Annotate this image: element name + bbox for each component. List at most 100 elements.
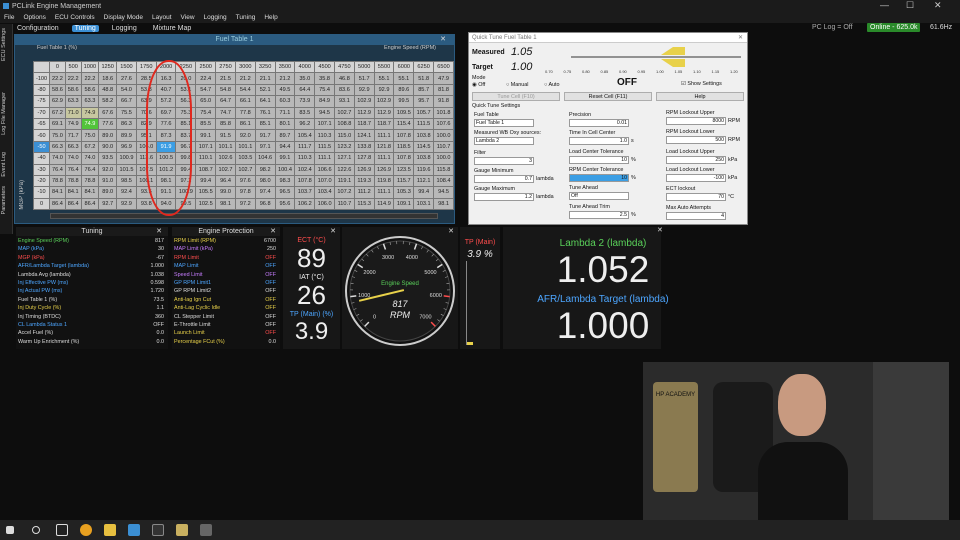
fuel-cell[interactable]: 103.8 <box>413 152 435 165</box>
fuel-cell[interactable]: 102.7 <box>234 163 256 176</box>
fuel-cell[interactable]: 124.1 <box>353 129 375 142</box>
mgp-axis-cell[interactable]: -40 <box>32 152 51 165</box>
fuel-cell[interactable]: 121.8 <box>373 140 395 154</box>
fuel-cell[interactable]: 98.3 <box>274 174 296 188</box>
fuel-cell[interactable]: 21.1 <box>254 72 276 85</box>
menu-options[interactable]: Options <box>23 14 45 21</box>
fuel-cell[interactable]: 110.7 <box>433 140 454 154</box>
fuel-cell[interactable]: 74.9 <box>80 106 100 119</box>
fuel-cell[interactable]: 21.2 <box>274 72 296 85</box>
fuel-cell[interactable]: 78.8 <box>49 174 66 188</box>
fuel-cell[interactable]: 103.1 <box>413 197 435 211</box>
fuel-cell[interactable]: 83.5 <box>294 106 316 119</box>
fuel-cell[interactable]: 92.9 <box>373 83 395 97</box>
fuel-cell[interactable]: 75.0 <box>49 129 66 142</box>
fuel-cell[interactable]: 109.5 <box>393 106 415 119</box>
fuel-cell[interactable]: 67.2 <box>49 106 66 119</box>
fuel-cell[interactable]: 91.7 <box>254 129 276 142</box>
mgp-axis-cell[interactable]: -80 <box>32 83 51 97</box>
rpm-axis-cell[interactable]: 2750 <box>215 60 236 74</box>
close-icon[interactable]: ✕ <box>934 0 942 11</box>
fuel-cell[interactable]: 22.4 <box>195 72 217 85</box>
fuel-cell[interactable]: 54.8 <box>215 83 236 97</box>
fuel-cell[interactable]: 102.4 <box>294 163 316 176</box>
fuel-cell[interactable]: 74.0 <box>80 152 100 165</box>
fuel-cell[interactable]: 78.8 <box>80 174 100 188</box>
gauge-max-input[interactable]: 1.2 <box>474 193 534 201</box>
fuel-cell[interactable]: 73.9 <box>294 95 316 108</box>
fuel-cell[interactable]: 111.7 <box>294 140 316 154</box>
fuel-cell[interactable]: 65.0 <box>195 95 217 108</box>
rpm-axis-cell[interactable]: 1500 <box>116 60 137 74</box>
mode-off-radio[interactable]: ◉ Off <box>472 82 485 88</box>
fuel-cell[interactable]: 93.5 <box>98 152 118 165</box>
fuel-cell[interactable]: 118.5 <box>393 140 415 154</box>
fuel-cell[interactable]: 67.6 <box>98 106 118 119</box>
fuel-cell[interactable]: 102.9 <box>373 95 395 108</box>
precision-input[interactable]: 0.01 <box>569 119 629 127</box>
fuel-cell[interactable]: 126.9 <box>373 163 395 176</box>
fuel-cell[interactable]: 115.7 <box>393 174 415 188</box>
fuel-cell[interactable]: 92.7 <box>98 197 118 211</box>
fuel-cell[interactable]: 58.6 <box>80 83 100 97</box>
fuel-cell[interactable]: 22.2 <box>80 72 100 85</box>
fuel-cell[interactable]: 89.9 <box>116 129 137 142</box>
fuel-cell[interactable]: 75.4 <box>314 83 335 97</box>
help-button[interactable]: Help <box>656 92 744 101</box>
start-icon[interactable] <box>6 526 14 534</box>
fuel-cell[interactable]: 78.8 <box>64 174 82 188</box>
fuel-cell[interactable]: 110.3 <box>294 152 316 165</box>
fuel-cell[interactable]: 101.5 <box>116 163 137 176</box>
fuel-cell[interactable]: 84.1 <box>64 186 82 199</box>
fuel-cell[interactable]: 111.2 <box>353 186 375 199</box>
fuel-table-grid[interactable]: 0 500 1000 1250 1500 1750 2000 2250 2500 2750 3000… <box>32 60 454 211</box>
fuel-cell[interactable]: 21.2 <box>234 72 256 85</box>
fuel-cell[interactable]: 76.4 <box>64 163 82 176</box>
fuel-cell[interactable]: 66.7 <box>116 95 137 108</box>
fuel-cell[interactable]: 48.8 <box>98 83 118 97</box>
fuel-cell[interactable]: 54.0 <box>116 83 137 97</box>
fuel-cell[interactable]: 58.6 <box>49 83 66 97</box>
fuel-cell[interactable]: 67.2 <box>80 140 100 154</box>
tune-cell-button[interactable]: Tune Cell (F10) <box>472 92 560 101</box>
fuel-cell[interactable]: 58.2 <box>98 95 118 108</box>
mgp-axis-cell[interactable]: -75 <box>32 95 51 108</box>
fuel-cell[interactable]: 103.4 <box>314 186 335 199</box>
menu-logging[interactable]: Logging <box>204 14 227 21</box>
fuel-cell[interactable]: 18.6 <box>98 72 118 85</box>
fuel-cell[interactable]: 54.7 <box>195 83 217 97</box>
menu-file[interactable]: File <box>4 14 14 21</box>
fuel-cell[interactable]: 76.4 <box>80 163 100 176</box>
fuel-cell[interactable]: 102.9 <box>353 95 375 108</box>
tab-configuration[interactable]: Configuration <box>14 25 62 32</box>
fuel-cell[interactable]: 107.8 <box>393 129 415 142</box>
fuel-cell[interactable]: 89.0 <box>98 129 118 142</box>
fuel-cell[interactable]: 98.2 <box>254 163 276 176</box>
fuel-cell[interactable]: 101.8 <box>433 106 454 119</box>
fuel-cell[interactable]: 94.5 <box>314 106 335 119</box>
rpm-axis-cell[interactable]: 5000 <box>353 60 375 74</box>
fuel-cell[interactable]: 106.0 <box>314 197 335 211</box>
fuel-cell[interactable]: 80.1 <box>274 117 296 131</box>
fuel-cell[interactable]: 90.0 <box>98 140 118 154</box>
rpm-axis-cell[interactable]: 1000 <box>80 60 100 74</box>
fuel-cell[interactable]: 76.1 <box>254 106 276 119</box>
fuel-cell[interactable]: 111.5 <box>314 140 335 154</box>
fuel-cell[interactable]: 98.1 <box>433 197 454 211</box>
fuel-cell[interactable]: 51.7 <box>353 72 375 85</box>
fuel-cell[interactable]: 27.6 <box>116 72 137 85</box>
fuel-cell[interactable]: 96.4 <box>215 174 236 188</box>
fuel-cell[interactable]: 85.5 <box>195 117 217 131</box>
fuel-cell[interactable]: 86.4 <box>64 197 82 211</box>
show-settings-checkbox[interactable]: ☑ Show Settings <box>681 81 722 87</box>
rpm-axis-cell[interactable]: 3250 <box>254 60 276 74</box>
fuel-cell[interactable]: 71.1 <box>274 106 296 119</box>
fuel-cell[interactable]: 109.1 <box>393 197 415 211</box>
ect-lockout-input[interactable]: 70 <box>666 193 726 201</box>
fuel-cell[interactable]: 86.4 <box>49 197 66 211</box>
fuel-cell[interactable]: 97.8 <box>234 186 256 199</box>
fuel-cell[interactable]: 66.1 <box>234 95 256 108</box>
mgp-axis-cell[interactable]: -70 <box>32 106 51 119</box>
fuel-cell[interactable]: 96.2 <box>294 117 316 131</box>
fuel-cell[interactable]: 58.6 <box>64 83 82 97</box>
